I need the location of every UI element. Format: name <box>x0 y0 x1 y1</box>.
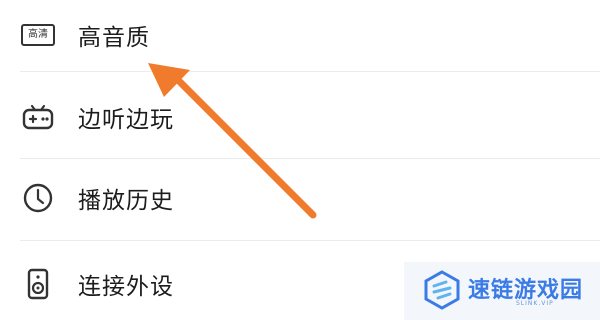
divider <box>20 158 600 159</box>
menu-item-label: 边听边玩 <box>78 107 174 133</box>
watermark: 速链游戏园 SLINK.VIP <box>404 262 600 320</box>
menu-item-high-quality[interactable]: 高清 高音质 <box>0 0 600 70</box>
menu-item-label: 播放历史 <box>78 188 174 214</box>
divider <box>20 71 600 72</box>
clock-icon <box>20 180 56 216</box>
gamepad-icon <box>20 99 56 135</box>
menu-item-label: 连接外设 <box>78 274 174 300</box>
divider <box>20 240 600 241</box>
hq-badge-icon: 高清 <box>20 17 56 53</box>
watermark-logo-icon <box>424 270 460 310</box>
menu-item-play-while-gaming[interactable]: 边听边玩 <box>0 82 600 152</box>
menu-item-label: 高音质 <box>78 25 150 51</box>
hq-badge-text: 高清 <box>21 24 55 46</box>
watermark-subtext: SLINK.VIP <box>516 300 554 307</box>
speaker-icon <box>20 266 56 302</box>
menu-item-play-history[interactable]: 播放历史 <box>0 163 600 233</box>
